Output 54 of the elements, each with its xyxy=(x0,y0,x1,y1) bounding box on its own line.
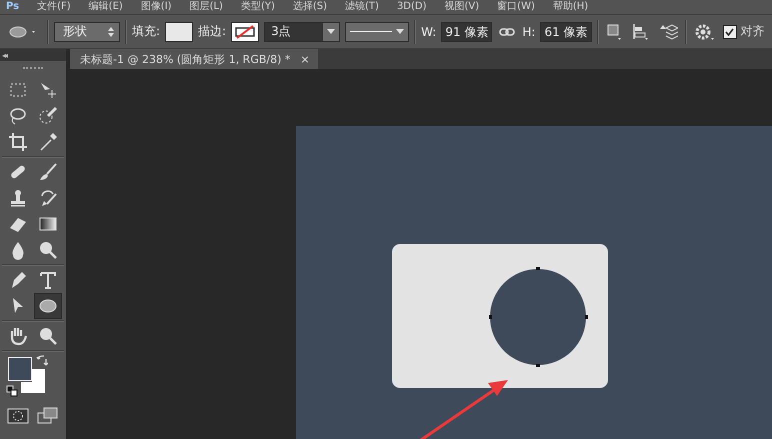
menu-item[interactable]: 类型(Y) xyxy=(240,1,275,13)
height-field[interactable]: 61 像素 xyxy=(540,22,592,42)
crop-icon xyxy=(8,132,28,152)
foreground-color-swatch[interactable] xyxy=(8,357,32,381)
stroke-label: 描边: xyxy=(198,23,226,40)
shape-mode-dropdown[interactable]: 形状 xyxy=(54,22,120,42)
menu-item[interactable]: 滤镜(T) xyxy=(345,1,379,13)
stroke-width-dropdown[interactable]: 3点 xyxy=(264,22,340,42)
screen-mode-icon[interactable] xyxy=(37,407,59,425)
panel-grip[interactable] xyxy=(23,67,43,71)
checkmark-icon xyxy=(725,28,734,36)
tool-button[interactable] xyxy=(34,293,62,319)
app-logo: Ps xyxy=(6,1,20,13)
arrange-layers-icon[interactable] xyxy=(658,22,678,40)
collapse-button[interactable]: ◂◂ xyxy=(2,50,6,60)
stamp-icon xyxy=(8,188,28,208)
menu-item[interactable]: 文件(F) xyxy=(37,1,71,13)
zoom-icon xyxy=(38,326,58,346)
document-tab[interactable]: 未标题-1 @ 238% (圆角矩形 1, RGB/8) * × xyxy=(70,49,318,69)
path-alignment-icon[interactable] xyxy=(630,22,649,40)
brush-icon xyxy=(38,162,58,182)
document-title: 未标题-1 @ 238% (圆角矩形 1, RGB/8) * xyxy=(80,52,290,66)
menu-item[interactable]: 3D(D) xyxy=(396,1,427,13)
caret-icon xyxy=(396,29,404,34)
menu-item[interactable]: 视图(V) xyxy=(444,1,480,13)
move-icon xyxy=(38,80,58,100)
menu-item[interactable]: 窗口(W) xyxy=(497,1,535,13)
width-field[interactable]: 91 像素 xyxy=(441,22,492,42)
link-icon[interactable] xyxy=(499,26,516,36)
fill-swatch[interactable] xyxy=(165,22,194,42)
swap-colors-icon[interactable] xyxy=(36,355,48,367)
menu-item[interactable]: 帮助(H) xyxy=(552,1,588,13)
quick-select-icon xyxy=(38,106,58,126)
quick-mask-icon[interactable] xyxy=(7,408,29,424)
fill-label: 填充: xyxy=(132,23,160,40)
path-operations-icon[interactable] xyxy=(606,22,622,40)
menu-item[interactable]: 编辑(E) xyxy=(88,1,123,13)
menu-item[interactable]: 图像(I) xyxy=(140,1,172,13)
close-button[interactable]: × xyxy=(300,52,310,66)
menu-item[interactable]: 选择(S) xyxy=(292,1,328,13)
background-color-swatch[interactable] xyxy=(21,369,45,393)
height-label: H: xyxy=(522,24,536,38)
default-colors-icon[interactable] xyxy=(6,385,18,397)
menu-item[interactable]: 图层(L) xyxy=(190,1,223,13)
settings-icon[interactable] xyxy=(694,22,716,40)
width-label: W: xyxy=(421,24,436,38)
stroke-style-dropdown[interactable] xyxy=(345,22,410,42)
stroke-swatch[interactable] xyxy=(231,22,260,42)
align-edges-checkbox[interactable]: 对齐 xyxy=(722,23,765,40)
hand-icon xyxy=(8,326,28,346)
type-icon xyxy=(38,270,58,290)
lasso-icon xyxy=(8,106,28,126)
eyedropper-icon xyxy=(38,132,58,152)
caret-icon xyxy=(327,28,336,34)
